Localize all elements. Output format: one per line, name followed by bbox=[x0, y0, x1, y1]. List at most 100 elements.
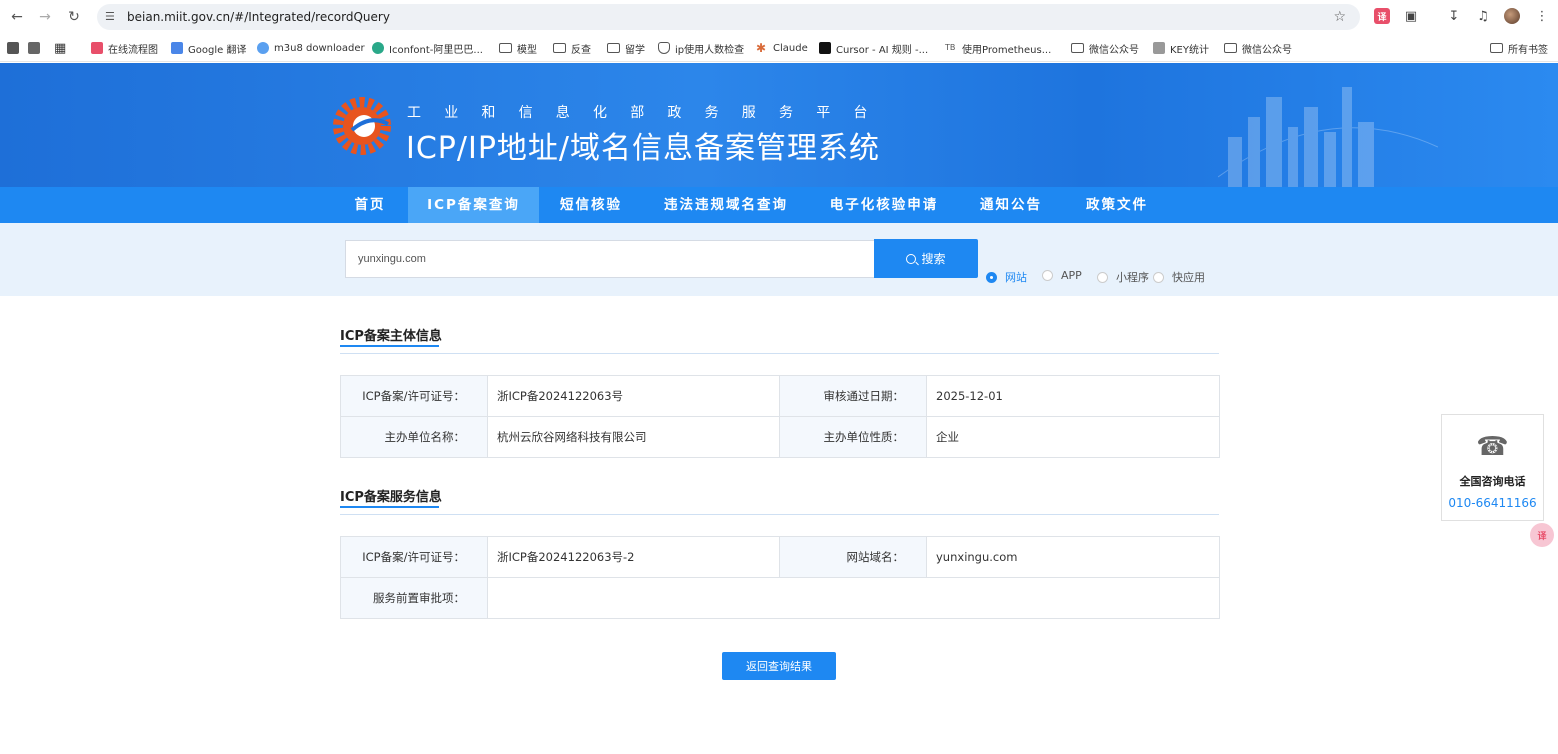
field-label: ICP备案/许可证号： bbox=[340, 536, 488, 578]
radio-mini-program[interactable]: 小程序 bbox=[1097, 269, 1149, 285]
bookmark-folder[interactable]: 留学 bbox=[607, 40, 645, 56]
tb-icon: TB bbox=[945, 43, 956, 52]
radio-app[interactable]: APP bbox=[1042, 269, 1082, 282]
forward-arrow-icon[interactable]: → bbox=[34, 6, 56, 28]
website-domain: yunxingu.com bbox=[926, 536, 1220, 578]
download-icon[interactable]: ↧ bbox=[1446, 8, 1462, 24]
hotline-label: 全国咨询电话 bbox=[1459, 475, 1526, 488]
hotline-widget[interactable]: ☎ 全国咨询电话 010-66411166 bbox=[1441, 414, 1544, 521]
field-label: 审核通过日期： bbox=[779, 375, 927, 417]
menu-e-verify[interactable]: 电子化核验申请 bbox=[820, 187, 948, 223]
app-square-icon[interactable] bbox=[7, 42, 19, 54]
folder-icon bbox=[1490, 43, 1503, 53]
hotline-number: 010-66411166 bbox=[1448, 496, 1537, 510]
media-control-icon[interactable]: ♫ bbox=[1475, 8, 1491, 24]
table-row: 主办单位名称： 杭州云欣谷网络科技有限公司 主办单位性质： 企业 bbox=[340, 416, 1220, 458]
section-divider bbox=[340, 353, 1219, 354]
address-bar[interactable]: ☰ beian.miit.gov.cn/#/Integrated/recordQ… bbox=[97, 4, 1360, 30]
more-menu-icon[interactable]: ⋮ bbox=[1534, 8, 1550, 24]
all-bookmarks-folder[interactable]: 所有书签 bbox=[1490, 40, 1548, 56]
extensions-puzzle-icon[interactable]: ▣ bbox=[1403, 8, 1419, 24]
menu-illegal-domain[interactable]: 违法违规域名查询 bbox=[656, 187, 796, 223]
table-row: ICP备案/许可证号： 浙ICP备2024122063号 审核通过日期： 202… bbox=[340, 375, 1220, 417]
phone-icon: ☎ bbox=[1476, 432, 1509, 462]
license-number: 浙ICP备2024122063号 bbox=[487, 375, 780, 417]
radio-quick-app[interactable]: 快应用 bbox=[1153, 269, 1205, 285]
radio-website[interactable]: 网站 bbox=[986, 269, 1027, 285]
cursor-icon bbox=[819, 42, 831, 54]
radio-dot bbox=[1153, 271, 1164, 283]
site-banner: 工业和信息化部政务服务平台 ICP/IP地址/域名信息备案管理系统 bbox=[0, 63, 1558, 187]
url-text[interactable]: beian.miit.gov.cn/#/Integrated/recordQue… bbox=[127, 10, 390, 24]
table-row: 服务前置审批项： bbox=[340, 577, 1220, 619]
app-square-icon[interactable] bbox=[28, 42, 40, 54]
miit-logo bbox=[333, 97, 391, 155]
folder-icon bbox=[553, 43, 566, 53]
site-info-icon[interactable]: ☰ bbox=[105, 10, 119, 24]
field-label: 服务前置审批项： bbox=[340, 577, 488, 619]
organizer-name: 杭州云欣谷网络科技有限公司 bbox=[487, 416, 780, 458]
bookmarks-bar: ▦ 在线流程图 Google 翻译 m3u8 downloader Iconfo… bbox=[0, 34, 1558, 62]
red-square-icon bbox=[91, 42, 103, 54]
title-underline bbox=[340, 506, 439, 508]
back-arrow-icon[interactable]: ← bbox=[6, 6, 28, 28]
rocket-icon bbox=[257, 42, 269, 54]
field-label: ICP备案/许可证号： bbox=[340, 375, 488, 417]
menu-icp-query[interactable]: ICP备案查询 bbox=[408, 187, 539, 223]
menu-notices[interactable]: 通知公告 bbox=[970, 187, 1052, 223]
field-label: 网站域名： bbox=[779, 536, 927, 578]
pre-approval-items bbox=[487, 577, 1220, 619]
bookmark-item[interactable]: m3u8 downloader bbox=[257, 40, 365, 56]
bookmark-item[interactable]: TB 使用Prometheus... bbox=[945, 40, 1051, 56]
translate-extension-icon[interactable]: 译 bbox=[1374, 8, 1390, 24]
back-to-results-button[interactable]: 返回查询结果 bbox=[722, 652, 836, 680]
platform-subtitle: 工业和信息化部政务服务平台 bbox=[407, 105, 891, 121]
city-skyline-decoration bbox=[1218, 87, 1438, 187]
bookmark-item[interactable]: Iconfont-阿里巴巴... bbox=[372, 40, 483, 56]
title-underline bbox=[340, 345, 439, 347]
search-button[interactable]: 搜索 bbox=[874, 239, 978, 278]
search-area: yunxingu.com 搜索 网站 APP 小程序 快应用 bbox=[0, 223, 1558, 296]
search-input[interactable]: yunxingu.com bbox=[345, 240, 875, 278]
service-license-number: 浙ICP备2024122063号-2 bbox=[487, 536, 780, 578]
bookmark-item[interactable]: ✱ Claude bbox=[756, 40, 808, 56]
radio-dot bbox=[1042, 270, 1053, 281]
iconfont-icon bbox=[372, 42, 384, 54]
search-icon bbox=[906, 253, 917, 264]
bookmark-item[interactable]: Google 翻译 bbox=[171, 40, 246, 56]
menu-home[interactable]: 首页 bbox=[340, 187, 400, 223]
browser-toolbar: ← → ↻ ☰ beian.miit.gov.cn/#/Integrated/r… bbox=[0, 0, 1558, 34]
field-label: 主办单位性质： bbox=[779, 416, 927, 458]
field-label: 主办单位名称： bbox=[340, 416, 488, 458]
menu-sms-verify[interactable]: 短信核验 bbox=[548, 187, 634, 223]
approval-date: 2025-12-01 bbox=[926, 375, 1220, 417]
bookmark-item[interactable]: KEY统计 bbox=[1153, 40, 1209, 56]
key-icon bbox=[1153, 42, 1165, 54]
star-icon[interactable]: ☆ bbox=[1333, 9, 1346, 25]
radio-dot bbox=[1097, 271, 1108, 283]
bookmark-folder[interactable]: 反查 bbox=[553, 40, 591, 56]
menu-policies[interactable]: 政策文件 bbox=[1075, 187, 1159, 223]
bookmark-folder[interactable]: 微信公众号 bbox=[1071, 40, 1139, 56]
main-menu: 首页 ICP备案查询 短信核验 违法违规域名查询 电子化核验申请 通知公告 政策… bbox=[0, 187, 1558, 223]
service-info-table: ICP备案/许可证号： 浙ICP备2024122063号-2 网站域名： yun… bbox=[340, 536, 1220, 619]
system-title: ICP/IP地址/域名信息备案管理系统 bbox=[406, 131, 881, 166]
google-translate-icon bbox=[171, 42, 183, 54]
translate-bubble-icon[interactable]: 译 bbox=[1530, 523, 1554, 547]
service-section-title: ICP备案服务信息 bbox=[340, 486, 442, 508]
claude-icon: ✱ bbox=[756, 41, 767, 55]
profile-avatar[interactable] bbox=[1504, 8, 1520, 24]
folder-icon bbox=[499, 43, 512, 53]
bookmark-item[interactable]: Cursor - AI 规则 -... bbox=[819, 40, 928, 56]
bookmark-folder[interactable]: 微信公众号 bbox=[1224, 40, 1292, 56]
radio-dot bbox=[986, 271, 997, 283]
bookmark-item[interactable]: ip使用人数检查 bbox=[658, 40, 744, 56]
folder-icon bbox=[1224, 43, 1237, 53]
folder-icon bbox=[607, 43, 620, 53]
reload-icon[interactable]: ↻ bbox=[63, 6, 85, 28]
bookmark-folder[interactable]: 模型 bbox=[499, 40, 537, 56]
apps-grid-icon[interactable]: ▦ bbox=[54, 40, 66, 56]
bookmark-item[interactable]: 在线流程图 bbox=[91, 40, 158, 56]
section-divider bbox=[340, 514, 1219, 515]
organizer-type: 企业 bbox=[926, 416, 1220, 458]
